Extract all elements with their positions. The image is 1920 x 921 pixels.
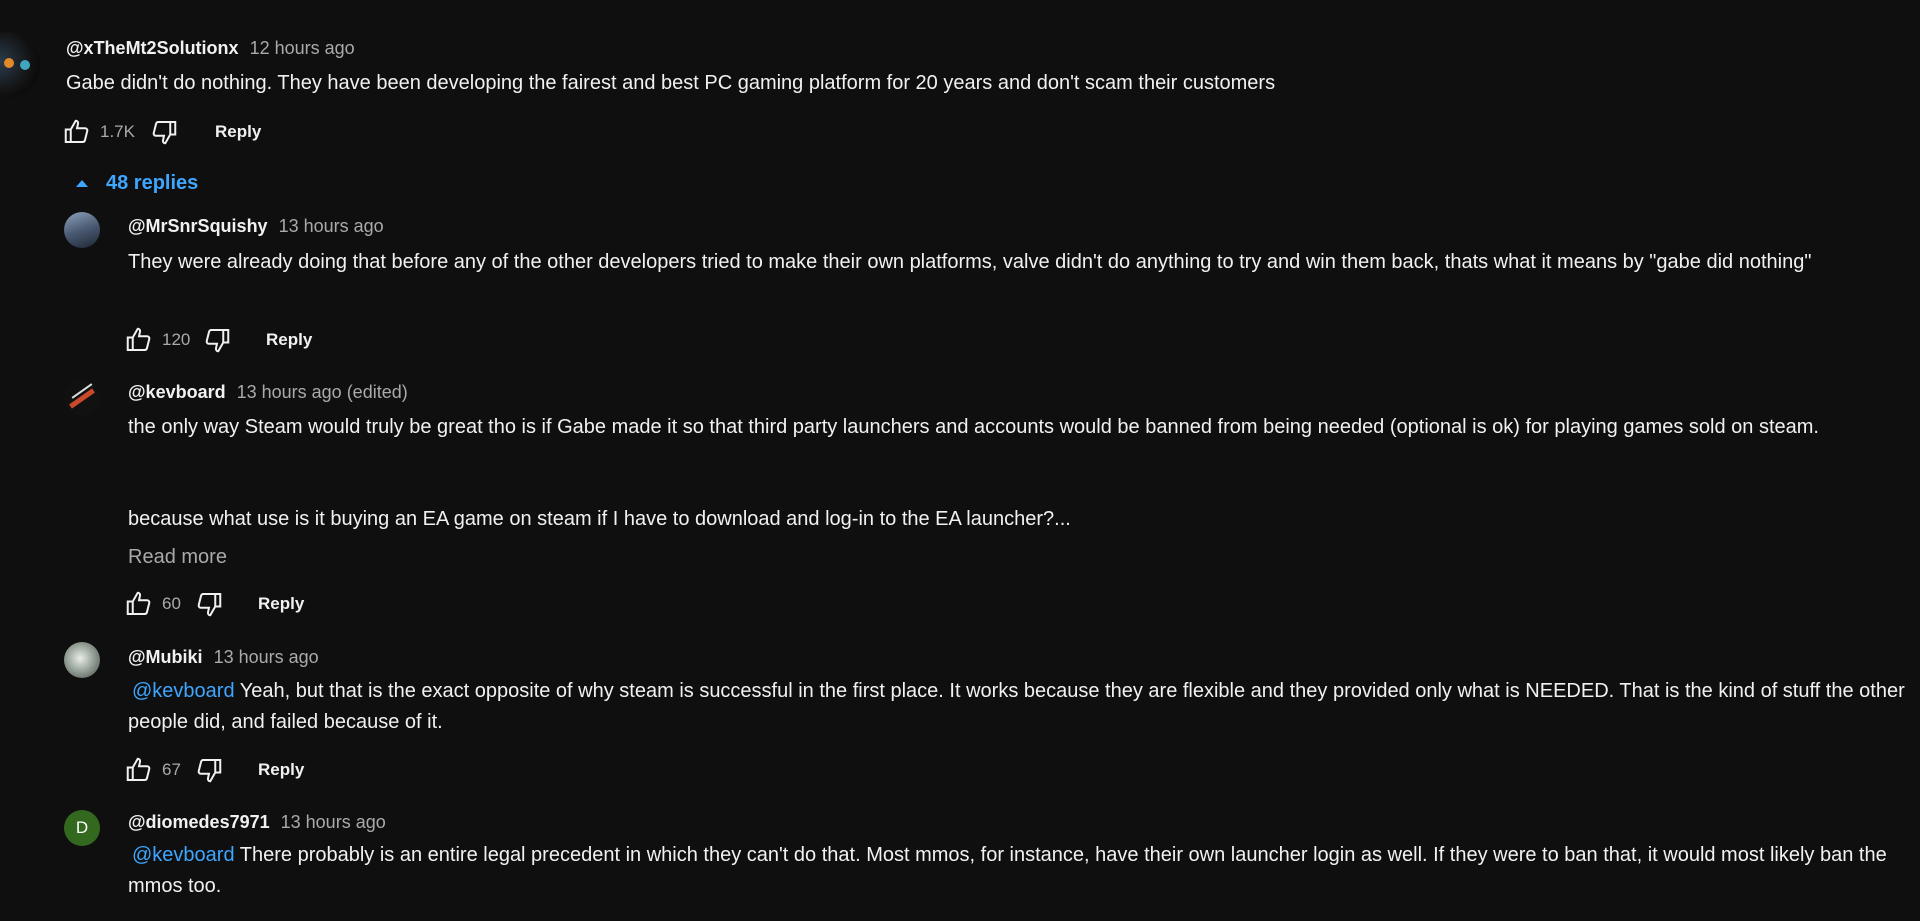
avatar-letter: D (75, 818, 89, 837)
comment-author[interactable]: @MrSnrSquishy (128, 216, 268, 236)
comment-time[interactable]: 13 hours ago (279, 216, 384, 236)
replies-toggle[interactable]: 48 replies (76, 172, 198, 195)
comment-actions: 120 Reply (124, 324, 312, 356)
like-count: 60 (162, 594, 181, 613)
comment-text: @kevboard There probably is an entire le… (128, 840, 1908, 902)
collapse-triangle-icon (76, 180, 88, 187)
replies-count-label: 48 replies (106, 172, 199, 194)
comment-text: @kevboard Yeah, but that is the exact op… (128, 676, 1908, 738)
like-count: 67 (162, 760, 181, 779)
avatar[interactable] (64, 380, 100, 416)
dislike-icon (152, 121, 177, 145)
dislike-icon (205, 329, 230, 353)
comment-author[interactable]: @xTheMt2Solutionx (66, 38, 239, 58)
mention-link[interactable]: @kevboard (132, 680, 235, 702)
like-button[interactable] (124, 589, 154, 619)
dislike-button[interactable] (149, 117, 179, 147)
like-icon (64, 119, 89, 143)
dislike-button[interactable] (194, 755, 224, 785)
comment-time[interactable]: 13 hours ago (281, 812, 386, 832)
like-icon (126, 757, 151, 781)
mention-link[interactable]: @kevboard (132, 844, 235, 866)
comment-actions: 60 Reply (124, 588, 304, 620)
comment-author[interactable]: @Mubiki (128, 647, 203, 667)
like-count: 1.7K (100, 122, 135, 141)
comment-text-paragraph: the only way Steam would truly be great … (128, 416, 1819, 438)
comment-text-body: There probably is an entire legal preced… (128, 844, 1887, 897)
like-icon (126, 591, 151, 615)
like-count: 120 (162, 330, 191, 349)
comment-author[interactable]: @diomedes7971 (128, 812, 270, 832)
avatar[interactable] (64, 642, 100, 678)
comment-actions: 1.7K Reply (62, 116, 261, 148)
comment-header: @kevboard 13 hours ago (edited) (128, 380, 408, 404)
comment-header: @MrSnrSquishy 13 hours ago (128, 214, 384, 238)
dislike-button[interactable] (194, 589, 224, 619)
reply-button[interactable]: Reply (258, 760, 304, 780)
avatar[interactable]: D (64, 810, 100, 846)
like-button[interactable] (124, 755, 154, 785)
comment-header: @diomedes7971 13 hours ago (128, 810, 386, 834)
comment-text: They were already doing that before any … (128, 251, 1812, 273)
comment-header: @xTheMt2Solutionx 12 hours ago (66, 36, 355, 60)
comment-text: Gabe didn't do nothing. They have been d… (66, 72, 1276, 94)
comment-author[interactable]: @kevboard (128, 382, 226, 402)
comment-header: @Mubiki 13 hours ago (128, 645, 319, 669)
avatar[interactable] (64, 212, 100, 248)
like-button[interactable] (62, 117, 92, 147)
read-more-link[interactable]: Read more (128, 545, 227, 569)
comment-time[interactable]: 13 hours ago (214, 647, 319, 667)
comment-text-paragraph: because what use is it buying an EA game… (128, 508, 1071, 530)
like-button[interactable] (124, 325, 154, 355)
dislike-icon (197, 593, 222, 617)
dislike-button[interactable] (202, 325, 232, 355)
reply-button[interactable]: Reply (258, 594, 304, 614)
comment-actions: 67 Reply (124, 754, 304, 786)
comment-text-body: Yeah, but that is the exact opposite of … (128, 680, 1905, 733)
avatar[interactable] (0, 32, 40, 98)
dislike-icon (197, 759, 222, 783)
like-icon (126, 327, 151, 351)
reply-button[interactable]: Reply (266, 330, 312, 350)
comment-time[interactable]: 13 hours ago (edited) (237, 382, 408, 402)
reply-button[interactable]: Reply (215, 122, 261, 142)
comment-time[interactable]: 12 hours ago (250, 38, 355, 58)
comments-section: @xTheMt2Solutionx 12 hours ago Gabe didn… (0, 0, 1920, 921)
